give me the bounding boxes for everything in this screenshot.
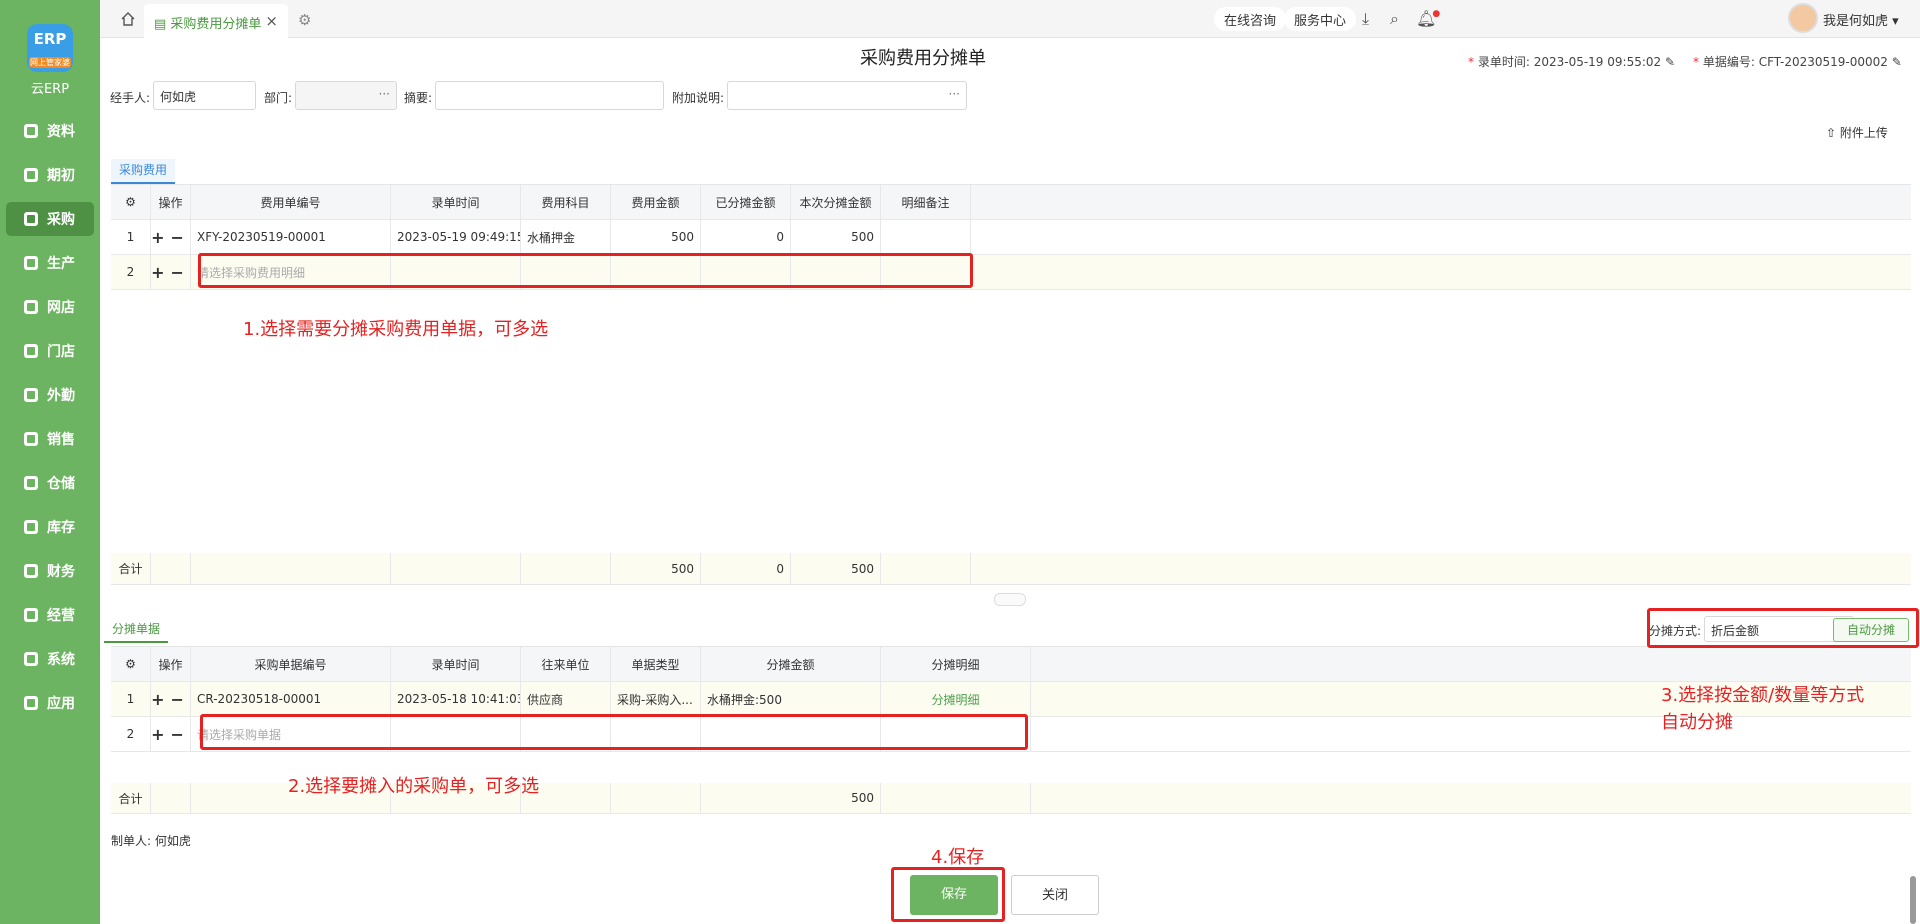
nav-icon — [24, 124, 38, 138]
doc-icon: ▤ — [154, 17, 171, 32]
annotation-note-3b: 自动分摊 — [1661, 712, 1733, 733]
sidebar: ERP 网上管家婆 云ERP 资料期初采购生产网店门店外勤销售仓储库存财务经营系统… — [0, 0, 100, 924]
edit-icon: ✎ — [1891, 55, 1902, 69]
search-icon[interactable]: ⌕ — [1390, 9, 1399, 29]
annotation-note-1: 1.选择需要分摊采购费用单据，可多选 — [243, 319, 549, 340]
nav-icon — [24, 344, 38, 358]
nav-icon — [24, 212, 38, 226]
annotation-box-2 — [200, 714, 1028, 750]
sidebar-item-12[interactable]: 系统 — [6, 642, 94, 676]
more-icon: ··· — [378, 87, 390, 101]
tab-cost-allocation[interactable]: ▤ 采购费用分摊单 × — [144, 4, 288, 38]
attachment-upload-button[interactable]: ⇧ 附件上传 — [1826, 124, 1888, 141]
maker-label: 制单人: 何如虎 — [111, 834, 191, 848]
sidebar-item-5[interactable]: 门店 — [6, 334, 94, 368]
sidebar-item-9[interactable]: 库存 — [6, 510, 94, 544]
nav-icon — [24, 300, 38, 314]
home-icon[interactable] — [120, 11, 136, 27]
handler-label: 经手人: — [110, 91, 151, 105]
sidebar-item-3[interactable]: 生产 — [6, 246, 94, 280]
bell-icon[interactable]: 🔔︎● — [1416, 9, 1444, 28]
total-row: 合计 500 0 500 — [111, 553, 1911, 585]
handler-input[interactable]: 何如虎 — [153, 81, 256, 110]
nav-icon — [24, 564, 38, 578]
cost-table: ⚙ 操作 费用单编号 录单时间 费用科目 费用金额 已分摊金额 本次分摊金额 明… — [111, 184, 1911, 585]
nav-icon — [24, 168, 38, 182]
logo-badge: 网上管家婆 — [29, 57, 71, 68]
sidebar-item-1[interactable]: 期初 — [6, 158, 94, 192]
scrollbar[interactable] — [1910, 876, 1916, 924]
note-input[interactable]: ··· — [727, 81, 967, 110]
sidebar-item-11[interactable]: 经营 — [6, 598, 94, 632]
column-settings-icon[interactable]: ⚙ — [111, 647, 151, 681]
sidebar-item-7[interactable]: 销售 — [6, 422, 94, 456]
nav-icon — [24, 696, 38, 710]
sidebar-item-10[interactable]: 财务 — [6, 554, 94, 588]
more-icon: ··· — [948, 87, 960, 101]
user-name[interactable]: 我是何如虎 ▾ — [1823, 10, 1899, 29]
app-name: 云ERP — [30, 82, 70, 97]
allocation-detail-link[interactable]: 分摊明细 — [881, 682, 1031, 716]
annotation-note-3a: 3.选择按金额/数量等方式 — [1661, 685, 1865, 706]
settings-gear-icon[interactable]: ⚙ — [298, 11, 311, 29]
dept-input[interactable]: ··· — [295, 81, 397, 110]
sidebar-item-13[interactable]: 应用 — [6, 686, 94, 720]
top-bar: ▤ 采购费用分摊单 × ⚙ 在线咨询 服务中心 ⤓ ⌕ 🔔︎● 我是何如虎 ▾ — [100, 0, 1920, 38]
close-button[interactable]: 关闭 — [1011, 875, 1099, 915]
column-settings-icon[interactable]: ⚙ — [111, 185, 151, 219]
sidebar-item-0[interactable]: 资料 — [6, 114, 94, 148]
doc-number: * 单据编号: CFT-20230519-00002 ✎ — [1693, 55, 1902, 69]
record-time: * 录单时间: 2023-05-19 09:55:02 ✎ — [1468, 55, 1676, 69]
nav-icon — [24, 652, 38, 666]
online-consult-button[interactable]: 在线咨询 — [1214, 7, 1287, 31]
nav-icon — [24, 520, 38, 534]
summary-input[interactable] — [435, 81, 664, 110]
annotation-box-4 — [891, 867, 1005, 922]
add-remove-icons[interactable]: +− — [151, 220, 191, 254]
annotation-note-2: 2.选择要摊入的采购单，可多选 — [288, 776, 540, 797]
page-title: 采购费用分摊单 — [860, 48, 986, 69]
dept-label: 部门: — [264, 91, 293, 105]
nav-icon — [24, 256, 38, 270]
nav-icon — [24, 608, 38, 622]
note-label: 附加说明: — [672, 91, 725, 105]
add-remove-icons[interactable]: +− — [151, 255, 191, 289]
section-tab-purchase-cost[interactable]: 采购费用 — [111, 159, 176, 184]
sidebar-item-2[interactable]: 采购 — [6, 202, 94, 236]
sidebar-item-8[interactable]: 仓储 — [6, 466, 94, 500]
annotation-box-3 — [1647, 608, 1919, 648]
add-remove-icons[interactable]: +− — [151, 717, 191, 751]
annotation-box-1 — [198, 253, 973, 288]
annotation-note-4: 4.保存 — [931, 847, 985, 868]
nav-icon — [24, 476, 38, 490]
download-icon[interactable]: ⤓ — [1362, 9, 1369, 29]
section-tab-allocation-docs[interactable]: 分摊单据 — [104, 618, 169, 643]
table-row[interactable]: 1 +− CR-20230518-00001 2023-05-18 10:41:… — [111, 682, 1911, 717]
edit-icon: ✎ — [1664, 55, 1676, 69]
resize-handle[interactable] — [994, 593, 1026, 606]
avatar[interactable] — [1788, 3, 1818, 33]
logo: ERP 网上管家婆 — [27, 24, 73, 72]
summary-label: 摘要: — [404, 91, 433, 105]
close-icon[interactable]: × — [265, 12, 278, 30]
sidebar-item-4[interactable]: 网店 — [6, 290, 94, 324]
service-center-button[interactable]: 服务中心 — [1284, 7, 1357, 31]
nav-icon — [24, 388, 38, 402]
sidebar-item-6[interactable]: 外勤 — [6, 378, 94, 412]
table-row[interactable]: 1 +− XFY-20230519-00001 2023-05-19 09:49… — [111, 220, 1911, 255]
add-remove-icons[interactable]: +− — [151, 682, 191, 716]
nav-icon — [24, 432, 38, 446]
